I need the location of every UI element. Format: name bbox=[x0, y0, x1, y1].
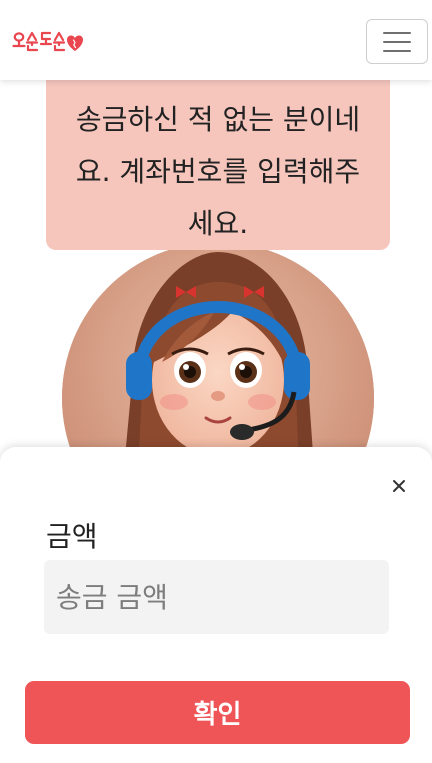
close-button[interactable] bbox=[384, 471, 414, 501]
hamburger-icon bbox=[383, 31, 411, 34]
amount-label: 금액 bbox=[46, 520, 98, 553]
confirm-button[interactable]: 확인 bbox=[25, 681, 410, 744]
logo-wordmark bbox=[12, 31, 83, 52]
close-icon bbox=[393, 480, 405, 492]
hamburger-icon-bar bbox=[383, 40, 411, 43]
top-navbar bbox=[0, 0, 432, 80]
speech-bubble-text: 송금하신 적 없는 분이네요. 계좌번호를 입력해주세요. bbox=[75, 103, 361, 240]
menu-button[interactable] bbox=[366, 19, 428, 64]
brand-logo[interactable] bbox=[12, 30, 84, 54]
hamburger-icon-bar bbox=[383, 49, 411, 52]
amount-input[interactable] bbox=[44, 560, 389, 634]
speech-bubble: 송금하신 적 없는 분이네요. 계좌번호를 입력해주세요. bbox=[46, 80, 390, 250]
amount-bottom-sheet: 금액 확인 bbox=[0, 447, 432, 763]
